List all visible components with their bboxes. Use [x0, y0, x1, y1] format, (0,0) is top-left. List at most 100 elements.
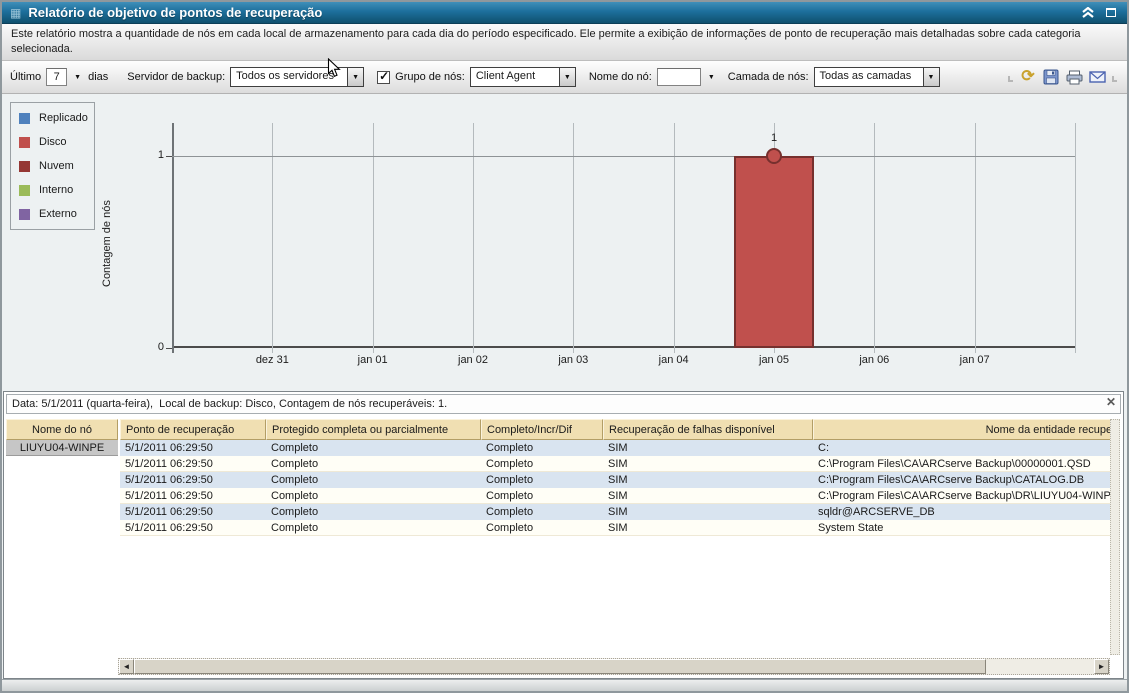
horizontal-scrollbar[interactable]: ◄ ►	[118, 658, 1110, 675]
node-group-select[interactable]: Client Agent ▼	[470, 67, 576, 87]
y-axis-label: Contagem de nós	[101, 156, 115, 331]
gridline-vertical	[373, 123, 374, 353]
node-group-checkbox[interactable]: ✓	[377, 71, 390, 84]
cell-entity-name: C:	[813, 440, 1111, 456]
column-header-node-name[interactable]: Nome do nó	[6, 419, 118, 440]
table-row[interactable]: 5/1/2011 06:29:50CompletoCompletoSIMC:\P…	[120, 472, 1111, 488]
scrollbar-thumb[interactable]	[134, 659, 986, 674]
bar-disco[interactable]	[734, 156, 814, 348]
column-header-dr-available[interactable]: Recuperação de falhas disponível	[603, 419, 813, 440]
data-point-marker[interactable]	[766, 148, 782, 164]
table-row[interactable]: 5/1/2011 06:29:50CompletoCompletoSIMSyst…	[120, 520, 1111, 536]
node-name-cell[interactable]: LIUYU04-WINPE	[6, 440, 118, 456]
days-input[interactable]: 7	[46, 68, 67, 86]
legend: Replicado DiscoNuvemInterno Externo	[10, 102, 95, 230]
legend-swatch-icon	[19, 161, 30, 172]
legend-item[interactable]: Disco	[11, 130, 94, 154]
gridline-horizontal	[172, 156, 1075, 157]
column-header-recovery-point[interactable]: Ponto de recuperação	[120, 419, 266, 440]
ultimo-label: Último	[10, 71, 41, 83]
refresh-icon[interactable]: ⟳	[1018, 67, 1038, 87]
x-axis-tick-label: jan 06	[834, 354, 914, 366]
page-title: Relatório de objetivo de pontos de recup…	[28, 5, 1073, 20]
node-name-input[interactable]	[657, 68, 701, 86]
legend-item[interactable]: Nuvem	[11, 154, 94, 178]
node-group-label: Grupo de nós:	[395, 71, 465, 83]
cell-entity-name: C:\Program Files\CA\ARCserve Backup\DR\L…	[813, 488, 1111, 503]
toolbar-separator	[1008, 76, 1013, 82]
chevron-down-icon[interactable]: ▼	[347, 68, 363, 86]
cell-full-incr-diff: Completo	[481, 504, 603, 520]
cell-full-incr-diff: Completo	[481, 520, 603, 535]
email-icon[interactable]	[1087, 67, 1107, 87]
scroll-left-icon[interactable]: ◄	[119, 659, 134, 674]
cell-full-incr-diff: Completo	[481, 456, 603, 471]
node-tier-value: Todas as camadas	[815, 68, 917, 86]
legend-swatch-icon	[19, 113, 30, 124]
cell-dr-available: SIM	[603, 520, 813, 535]
maximize-icon[interactable]	[1103, 5, 1119, 21]
selection-info-bar: Data: 5/1/2011 (quarta-feira), Local de …	[6, 394, 1121, 414]
save-icon[interactable]	[1041, 67, 1061, 87]
table-row[interactable]: 5/1/2011 06:29:50CompletoCompletoSIMsqld…	[120, 504, 1111, 520]
cell-dr-available: SIM	[603, 472, 813, 488]
column-header-protected[interactable]: Protegido completa ou parcialmente	[266, 419, 481, 440]
table-row[interactable]: 5/1/2011 06:29:50CompletoCompletoSIMC:\P…	[120, 488, 1111, 504]
grid-icon: ▦	[10, 7, 21, 19]
cell-entity-name: System State	[813, 520, 1111, 535]
legend-item[interactable]: Interno	[11, 178, 94, 202]
collapse-icon[interactable]	[1080, 5, 1096, 21]
window-bottom-strip	[2, 679, 1127, 691]
table-row[interactable]: 5/1/2011 06:29:50CompletoCompletoSIMC:\P…	[120, 456, 1111, 472]
backup-server-select[interactable]: Todos os servidores ▼	[230, 67, 364, 87]
x-axis-tick-label: jan 05	[734, 354, 814, 366]
gridline-vertical	[272, 123, 273, 353]
title-bar: ▦ Relatório de objetivo de pontos de rec…	[2, 2, 1127, 24]
close-icon[interactable]: ✕	[1106, 395, 1116, 409]
vertical-scrollbar[interactable]	[1110, 419, 1120, 655]
legend-swatch-icon	[19, 137, 30, 148]
print-icon[interactable]	[1064, 67, 1084, 87]
table-rows: 5/1/2011 06:29:50CompletoCompletoSIMC:5/…	[120, 440, 1111, 537]
node-tier-label: Camada de nós:	[728, 71, 809, 83]
legend-item[interactable]: Externo	[11, 202, 94, 226]
cell-dr-available: SIM	[603, 504, 813, 520]
table-row[interactable]: 5/1/2011 06:29:50CompletoCompletoSIMC:	[120, 440, 1111, 456]
chart-region: Replicado DiscoNuvemInterno Externo Contag…	[2, 94, 1127, 391]
cell-full-incr-diff: Completo	[481, 472, 603, 488]
cell-protected: Completo	[266, 504, 481, 520]
column-header-entity-name[interactable]: Nome da entidade recuperável	[813, 419, 1111, 440]
gridline-vertical	[975, 123, 976, 353]
days-dropdown-arrow-icon[interactable]: ▼	[72, 74, 83, 81]
table-header-row: Ponto de recuperação Protegido completa …	[120, 419, 1111, 440]
cell-full-incr-diff: Completo	[481, 440, 603, 456]
cell-protected: Completo	[266, 456, 481, 471]
mouse-cursor	[327, 58, 341, 78]
chevron-down-icon[interactable]: ▼	[923, 68, 939, 86]
cell-dr-available: SIM	[603, 456, 813, 471]
cell-full-incr-diff: Completo	[481, 488, 603, 503]
report-description: Este relatório mostra a quantidade de nó…	[2, 24, 1127, 61]
dias-label: dias	[88, 71, 108, 83]
legend-item[interactable]: Replicado	[11, 106, 94, 130]
toolbar-actions: ⟳	[1006, 67, 1119, 87]
cell-recovery-point: 5/1/2011 06:29:50	[120, 520, 266, 535]
node-tier-select[interactable]: Todas as camadas ▼	[814, 67, 940, 87]
x-axis-tick-label: dez 31	[232, 354, 312, 366]
legend-label: Externo	[39, 208, 77, 220]
cell-recovery-point: 5/1/2011 06:29:50	[120, 440, 266, 456]
scrollbar-track[interactable]	[986, 659, 1094, 674]
x-axis-tick-label: jan 03	[533, 354, 613, 366]
node-name-dropdown-arrow-icon[interactable]: ▼	[706, 74, 717, 81]
node-name-label: Nome do nó:	[589, 71, 652, 83]
toolbar-separator	[1112, 76, 1117, 82]
cell-protected: Completo	[266, 488, 481, 503]
chevron-down-icon[interactable]: ▼	[559, 68, 575, 86]
scroll-right-icon[interactable]: ►	[1094, 659, 1109, 674]
legend-label: Replicado	[39, 112, 88, 124]
checkmark-icon: ✓	[379, 69, 389, 83]
cell-protected: Completo	[266, 440, 481, 456]
cell-recovery-point: 5/1/2011 06:29:50	[120, 472, 266, 488]
y-axis-tick	[166, 156, 172, 157]
column-header-full-incr-diff[interactable]: Completo/Incr/Dif	[481, 419, 603, 440]
